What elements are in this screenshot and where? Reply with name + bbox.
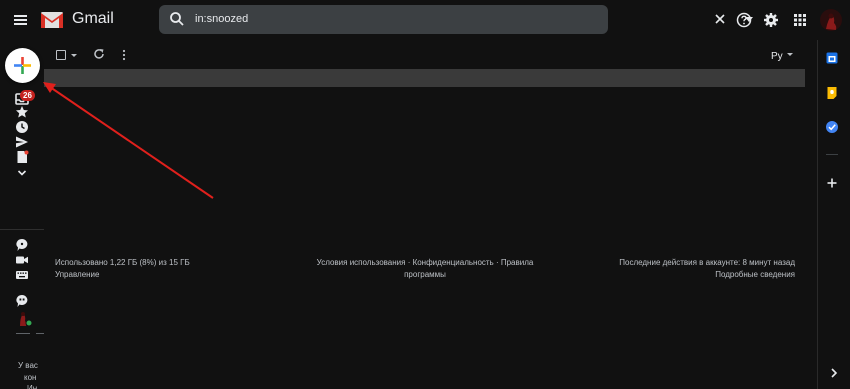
refresh-icon[interactable] [93,48,105,60]
input-tools-language[interactable]: Ру [771,51,783,62]
calendar-icon[interactable] [825,51,839,65]
more-chevron-icon[interactable] [15,166,29,180]
snoozed-clock-icon[interactable] [15,120,29,134]
select-dropdown-icon[interactable] [71,54,77,57]
compose-button[interactable] [5,48,40,83]
snoozed-list-empty-row [44,69,805,87]
brand-name: Gmail [72,10,114,27]
status-divider-2 [36,333,44,334]
sent-icon[interactable] [15,135,29,149]
select-all-checkbox[interactable] [56,50,66,60]
tasks-icon[interactable] [825,120,839,134]
more-options-icon[interactable] [122,49,126,61]
last-activity: Последние действия в аккаунте: 8 минут н… [619,258,795,267]
mail-toolbar: Ру [44,43,806,67]
storage-info: Использовано 1,22 ГБ (8%) из 15 ГБ Управ… [55,257,190,281]
account-avatar[interactable] [820,9,842,31]
settings-icon[interactable] [763,12,779,28]
star-icon[interactable] [15,105,29,119]
gmail-logo[interactable] [41,12,63,28]
clear-icon[interactable] [714,13,726,25]
top-header: Gmail in:snoozed [0,0,850,40]
activity-details-link[interactable]: Подробные сведения [560,269,795,281]
language-dropdown-icon[interactable] [787,53,793,56]
keyboard-icon[interactable] [15,268,29,282]
hangouts-note-line2: кон [24,373,37,382]
search-icon[interactable] [169,11,185,27]
video-icon[interactable] [15,253,29,267]
apps-icon[interactable] [792,12,808,28]
add-addon-icon[interactable] [825,176,839,190]
expand-panel-icon[interactable] [827,366,841,380]
terms-links: Условия использования · Конфиденциальнос… [300,257,550,281]
search-input[interactable]: in:snoozed [195,13,248,25]
terms-privacy-links[interactable]: Условия использования · Конфиденциальнос… [300,257,550,269]
help-icon[interactable] [736,12,752,28]
chat-icon[interactable] [15,238,29,252]
side-panel-divider-short [826,154,838,155]
hangouts-icon[interactable] [15,294,29,308]
hangouts-note-line1: У вас [18,361,38,370]
storage-usage: Использовано 1,22 ГБ (8%) из 15 ГБ [55,258,190,267]
hangouts-avatar[interactable] [14,309,33,327]
account-activity: Последние действия в аккаунте: 8 минут н… [560,257,795,281]
compose-plus-icon [14,57,31,74]
program-policies-link[interactable]: программы [300,269,550,281]
menu-icon[interactable] [12,12,30,28]
manage-storage-link[interactable]: Управление [55,269,190,281]
side-panel-divider [817,40,818,389]
keep-icon[interactable] [825,86,839,100]
drafts-icon[interactable] [15,150,29,164]
inbox-unread-badge: 26 [20,90,35,101]
hangouts-note-line3: Ин [27,384,38,389]
status-divider [16,333,30,334]
search-bar[interactable]: in:snoozed [159,5,753,34]
rail-divider [0,229,44,230]
